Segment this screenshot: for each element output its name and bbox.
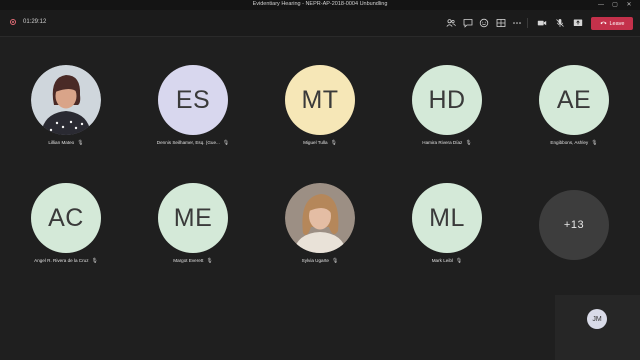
participant-photo [31,65,101,135]
toolbar-actions [446,18,529,28]
meeting-toolbar: 01:29:12 Leave [0,10,640,37]
reactions-icon[interactable] [479,18,489,28]
chat-icon[interactable] [463,18,473,28]
mic-icon: 🎙 [465,140,472,146]
participant-name-row: Lillian Mateo 🎙 [6,140,126,146]
share-icon[interactable] [573,18,583,28]
participant-initials-avatar: ES [158,65,228,135]
toolbar-divider [527,18,528,28]
mic-icon[interactable] [555,18,565,28]
camera-icon[interactable] [537,18,547,28]
window-titlebar: Evidentiary Hearing - NEPR-AP-2018-0004 … [0,0,640,10]
participant-name-row: Hamira Rivera Díaz 🎙 [387,140,507,146]
participant-tile[interactable]: AC Angel R. Rivera de la Cruz 🎙 [16,183,116,303]
meeting-timer: 01:29:12 [10,19,46,25]
participant-name: Lillian Mateo [48,140,75,145]
participant-initials-avatar: HD [412,65,482,135]
minimize-button[interactable]: — [594,0,608,10]
toolbar-media [537,18,591,28]
overflow-count[interactable]: +13 [539,190,609,260]
participant-name-row: Margot Everett 🎙 [133,258,253,264]
participant-tile[interactable]: ES Dennis Seilhamer, Esq. (Gue... 🎙 [143,65,243,185]
window-title: Evidentiary Hearing - NEPR-AP-2018-0004 … [252,1,388,7]
mic-icon: 🎙 [222,140,230,146]
participant-tile[interactable]: Sylvia Ugarte 🎙 [270,183,370,303]
recording-icon [10,19,16,25]
participant-tile[interactable]: Lillian Mateo 🎙 [16,65,116,185]
participant-name: Angel R. Rivera de la Cruz [34,258,89,263]
participant-initials-avatar: AC [31,183,101,253]
mic-icon: 🎙 [77,140,84,146]
participant-name-row: Engibbons, Ashley 🎙 [514,140,634,146]
self-view[interactable]: JM [555,295,640,360]
participant-tile[interactable]: ME Margot Everett 🎙 [143,183,243,303]
mic-icon: 🎙 [331,258,339,264]
mic-icon: 🎙 [206,258,213,264]
participant-name-row: Angel R. Rivera de la Cruz 🎙 [6,258,126,264]
leave-label: Leave [609,20,625,27]
participant-initials-avatar: ML [412,183,482,253]
participant-tile[interactable]: MT Miguel Tulla 🎙 [270,65,370,185]
close-button[interactable]: ✕ [622,0,636,10]
participant-tile[interactable]: AE Engibbons, Ashley 🎙 [524,65,624,185]
participant-tile[interactable]: ML Mark Leibl 🎙 [397,183,497,303]
mic-icon: 🎙 [330,140,337,146]
participant-name: Hamira Rivera Díaz [422,140,463,145]
overflow-participants-tile[interactable]: +13 [524,190,624,310]
participant-name-row: Sylvia Ugarte 🎙 [260,258,380,264]
mic-icon: 🎙 [455,258,463,264]
participant-name-row: Dennis Seilhamer, Esq. (Gue... 🎙 [133,140,253,146]
participant-name: Engibbons, Ashley [550,140,589,145]
phone-icon [599,20,607,27]
participant-name: Mark Leibl [431,258,453,263]
participant-photo [285,183,355,253]
participant-name: Sylvia Ugarte [301,258,329,263]
participant-tile[interactable]: HD Hamira Rivera Díaz 🎙 [397,65,497,185]
rooms-icon[interactable] [496,18,506,28]
leave-button[interactable]: Leave [591,17,633,30]
self-avatar: JM [587,309,607,329]
window-controls: — ▢ ✕ [594,0,636,10]
timer-text: 01:29:12 [23,19,47,25]
participant-initials-avatar: AE [539,65,609,135]
participant-initials-avatar: ME [158,183,228,253]
participant-name-row: Mark Leibl 🎙 [387,258,507,264]
participant-name-row: Miguel Tulla 🎙 [260,140,380,146]
maximize-button[interactable]: ▢ [608,0,622,10]
participant-name: Miguel Tulla [303,140,328,145]
mic-icon: 🎙 [591,140,598,146]
people-icon[interactable] [446,18,456,28]
more-icon[interactable] [512,18,522,28]
participant-name: Margot Everett [173,258,204,263]
mic-icon: 🎙 [91,258,98,264]
participant-name: Dennis Seilhamer, Esq. (Gue... [156,140,220,145]
participant-initials-avatar: MT [285,65,355,135]
